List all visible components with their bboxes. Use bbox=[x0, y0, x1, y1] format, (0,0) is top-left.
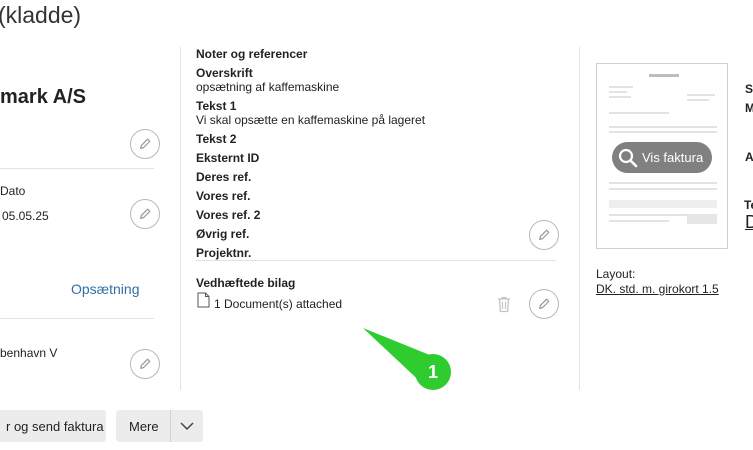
save-and-send-invoice-button[interactable]: r og send faktura bbox=[0, 410, 106, 442]
page-title: (kladde) bbox=[0, 2, 82, 28]
pencil-icon bbox=[140, 358, 151, 369]
right-edge-link[interactable]: D bbox=[745, 212, 753, 233]
pencil-icon bbox=[539, 298, 550, 309]
text1-value: Vi skal opsætte en kaffemaskine på lager… bbox=[196, 113, 426, 127]
layout-label: Layout: bbox=[596, 267, 636, 281]
view-invoice-button[interactable]: Vis faktura bbox=[612, 142, 712, 173]
attachments-count[interactable]: 1 Document(s) attached bbox=[214, 297, 342, 311]
their-ref-label: Deres ref. bbox=[196, 170, 252, 184]
right-edge-text: M bbox=[745, 101, 753, 115]
edit-date-button[interactable] bbox=[130, 199, 160, 229]
customer-name: mark A/S bbox=[0, 86, 86, 108]
column-divider-right bbox=[579, 47, 580, 390]
text1-label: Tekst 1 bbox=[196, 99, 237, 113]
text2-label: Tekst 2 bbox=[196, 132, 237, 146]
right-edge-text: A bbox=[745, 150, 753, 164]
pencil-icon bbox=[140, 138, 151, 149]
column-divider-left bbox=[180, 47, 181, 390]
setup-link[interactable]: Opsætning bbox=[71, 281, 139, 297]
edit-address-button[interactable] bbox=[130, 349, 160, 379]
more-button-label[interactable]: Mere bbox=[116, 419, 170, 434]
right-edge-text: Te bbox=[744, 198, 753, 212]
right-edge-text: S bbox=[745, 82, 753, 96]
address-line: benhavn V bbox=[0, 346, 58, 360]
edit-customer-button[interactable] bbox=[130, 129, 160, 159]
notes-section-title: Noter og referencer bbox=[196, 47, 308, 61]
heading-label: Overskrift bbox=[196, 66, 253, 80]
chevron-down-icon[interactable] bbox=[171, 410, 203, 442]
annotation-badge: 1 bbox=[415, 354, 451, 390]
external-id-label: Eksternt ID bbox=[196, 151, 260, 165]
trash-icon[interactable] bbox=[496, 295, 512, 313]
attachments-title: Vedhæftede bilag bbox=[196, 276, 296, 290]
our-ref-label: Vores ref. bbox=[196, 189, 251, 203]
divider bbox=[0, 168, 154, 169]
more-button-group[interactable]: Mere bbox=[116, 410, 203, 442]
project-label: Projektnr. bbox=[196, 246, 252, 260]
heading-value: opsætning af kaffemaskine bbox=[196, 80, 340, 94]
search-icon bbox=[618, 148, 638, 167]
date-label: Dato bbox=[0, 184, 26, 198]
layout-link[interactable]: DK. std. m. girokort 1.5 bbox=[596, 282, 719, 296]
pencil-icon bbox=[140, 208, 151, 219]
view-invoice-label: Vis faktura bbox=[642, 150, 704, 165]
edit-attachments-button[interactable] bbox=[529, 289, 559, 319]
our-ref2-label: Vores ref. 2 bbox=[196, 208, 261, 222]
divider bbox=[0, 318, 154, 319]
pencil-icon bbox=[539, 229, 550, 240]
date-value: 05.05.25 bbox=[2, 209, 49, 223]
divider bbox=[196, 260, 556, 261]
other-ref-label: Øvrig ref. bbox=[196, 227, 250, 241]
document-icon bbox=[197, 292, 210, 308]
edit-notes-button[interactable] bbox=[529, 220, 559, 250]
